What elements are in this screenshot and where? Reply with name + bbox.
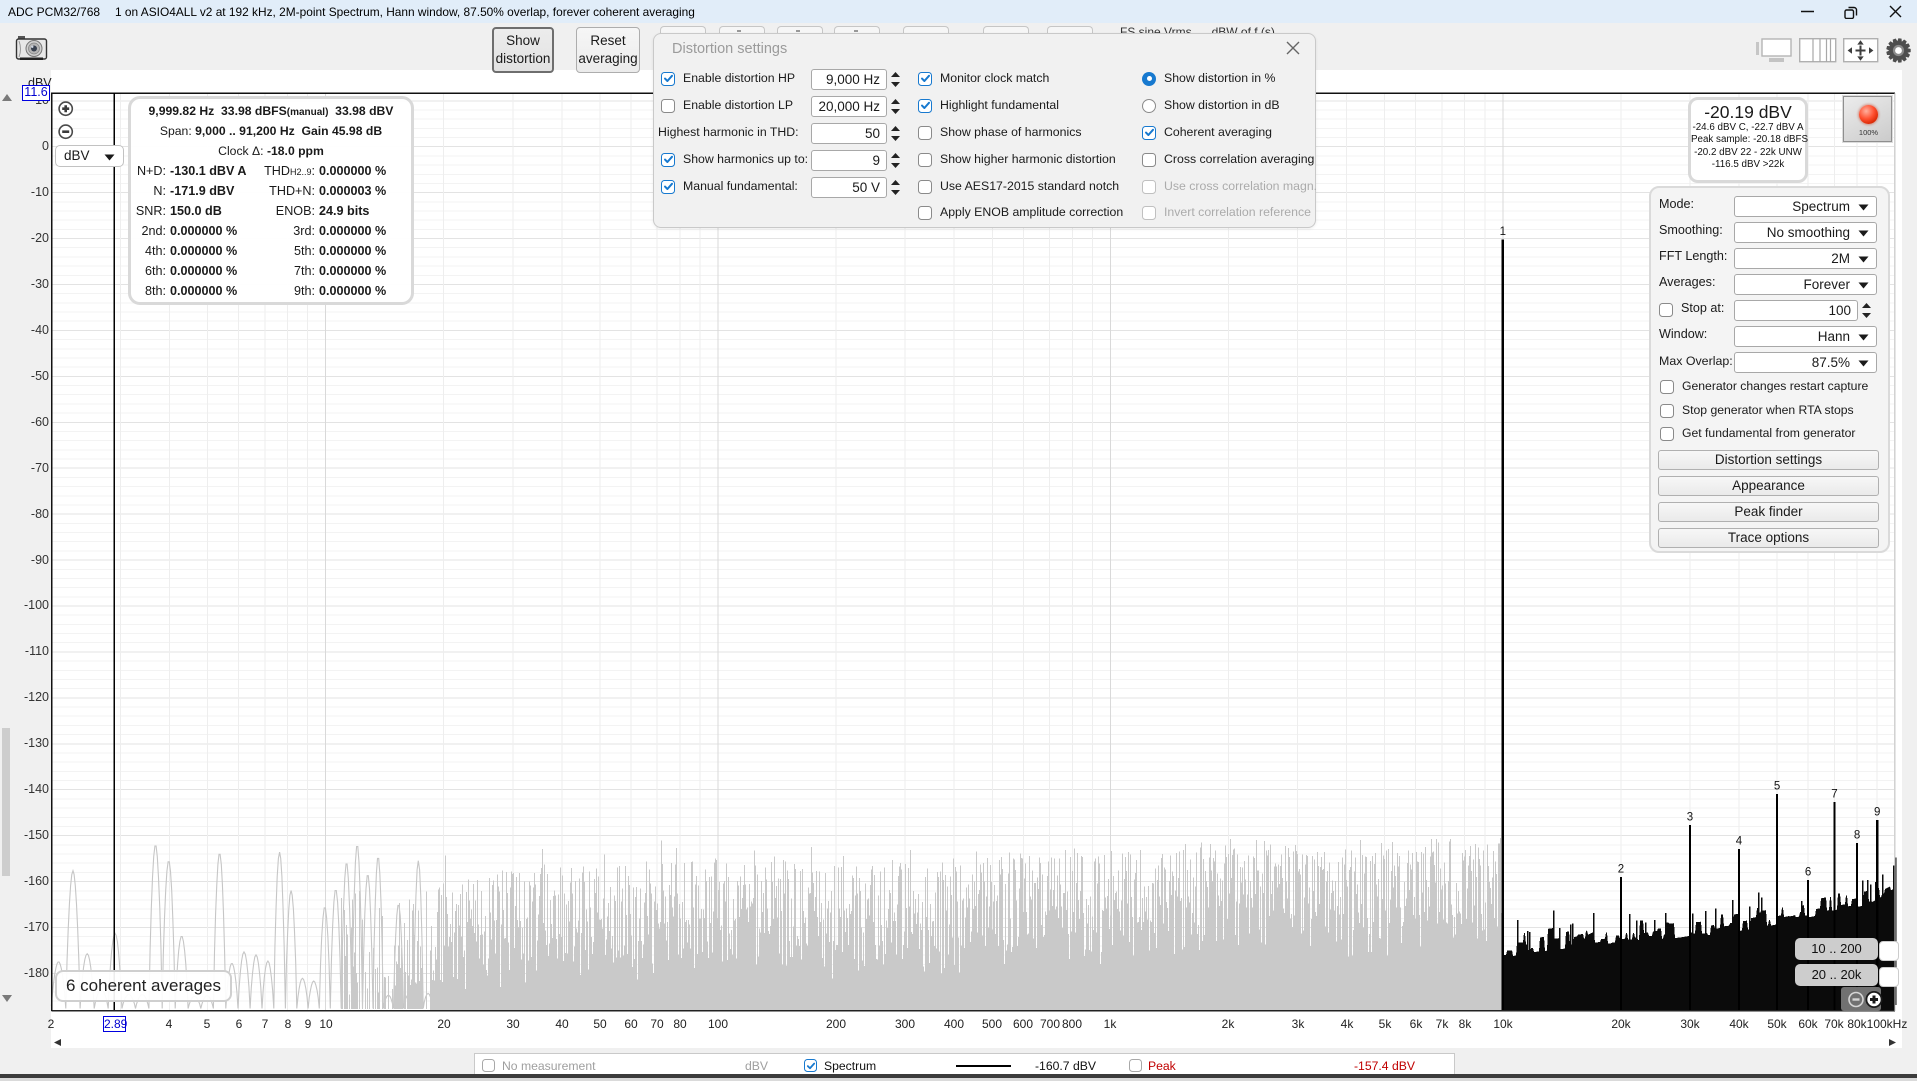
svg-text:4: 4 [1736,836,1743,848]
svg-text:8: 8 [1854,830,1860,842]
svg-text:5: 5 [1774,781,1780,793]
svg-text:1: 1 [1500,226,1506,238]
svg-text:2: 2 [1618,864,1624,876]
svg-text:6: 6 [1805,867,1811,879]
svg-text:7: 7 [1831,789,1837,801]
svg-text:9: 9 [1874,807,1880,819]
svg-text:3: 3 [1687,812,1693,824]
